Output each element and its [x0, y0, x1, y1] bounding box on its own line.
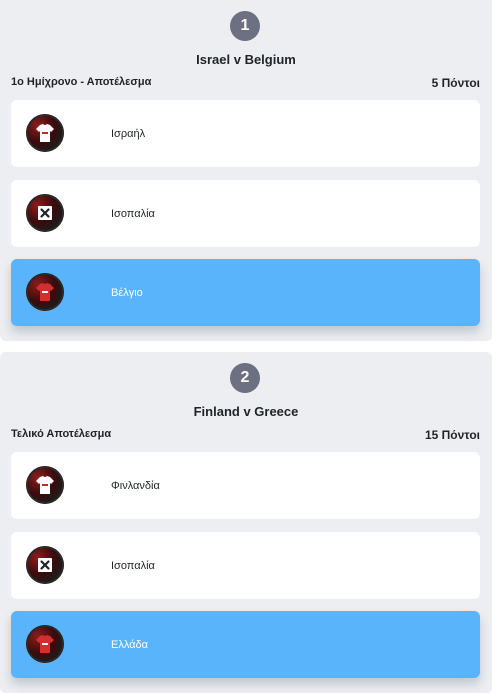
match-card: 2 Finland v Greece Τελικό Αποτέλεσμα 15 …: [0, 352, 492, 693]
points-label: 15 Πόντοι: [424, 428, 480, 442]
option-label: Ισοπαλία: [111, 559, 155, 572]
white-shirt-icon: [26, 114, 64, 152]
option-draw[interactable]: Ισοπαλία: [11, 180, 480, 247]
market-label: 1ο Ημίχρονο - Αποτέλεσμα: [11, 76, 152, 88]
option-label: Ελλάδα: [111, 638, 149, 651]
match-card: 1 Israel v Belgium 1ο Ημίχρονο - Αποτέλε…: [0, 0, 492, 341]
option-away[interactable]: Βέλγιο: [11, 259, 480, 326]
points-label: 5 Πόντοι: [431, 76, 480, 90]
option-label: Ισραήλ: [111, 127, 146, 140]
option-label: Βέλγιο: [111, 286, 143, 299]
match-title: Finland v Greece: [193, 404, 299, 419]
option-label: Φινλανδία: [111, 479, 160, 492]
option-draw[interactable]: Ισοπαλία: [11, 532, 480, 599]
red-shirt-icon: [26, 273, 64, 311]
draw-x-icon: [26, 546, 64, 584]
match-title: Israel v Belgium: [196, 52, 296, 67]
market-label: Τελικό Αποτέλεσμα: [11, 428, 112, 440]
red-shirt-icon: [26, 625, 64, 663]
option-home[interactable]: Ισραήλ: [11, 100, 480, 167]
white-shirt-icon: [26, 466, 64, 504]
option-label: Ισοπαλία: [111, 207, 155, 220]
option-home[interactable]: Φινλανδία: [11, 452, 480, 519]
option-away[interactable]: Ελλάδα: [11, 611, 480, 678]
match-number-badge: 2: [230, 363, 260, 393]
match-number-badge: 1: [230, 11, 260, 41]
draw-x-icon: [26, 194, 64, 232]
